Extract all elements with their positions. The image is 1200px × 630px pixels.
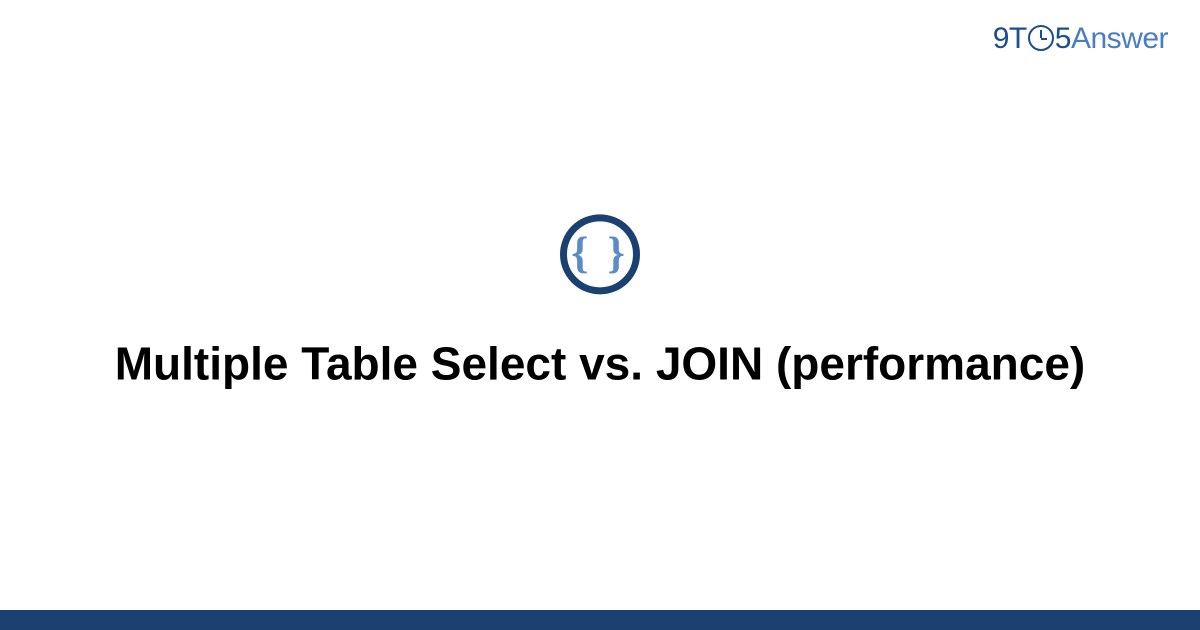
clock-icon [1028, 25, 1054, 51]
logo-text-9t: 9T [993, 22, 1027, 56]
site-logo: 9T 5 Answer [993, 22, 1168, 56]
page-title: Multiple Table Select vs. JOIN (performa… [0, 334, 1200, 394]
logo-text-answer: Answer [1071, 22, 1168, 56]
logo-text-5: 5 [1055, 22, 1071, 56]
footer-bar [0, 610, 1200, 630]
code-braces-icon: { } [560, 214, 640, 294]
main-content: { } Multiple Table Select vs. JOIN (perf… [0, 214, 1200, 394]
braces-glyph: { } [571, 231, 629, 275]
